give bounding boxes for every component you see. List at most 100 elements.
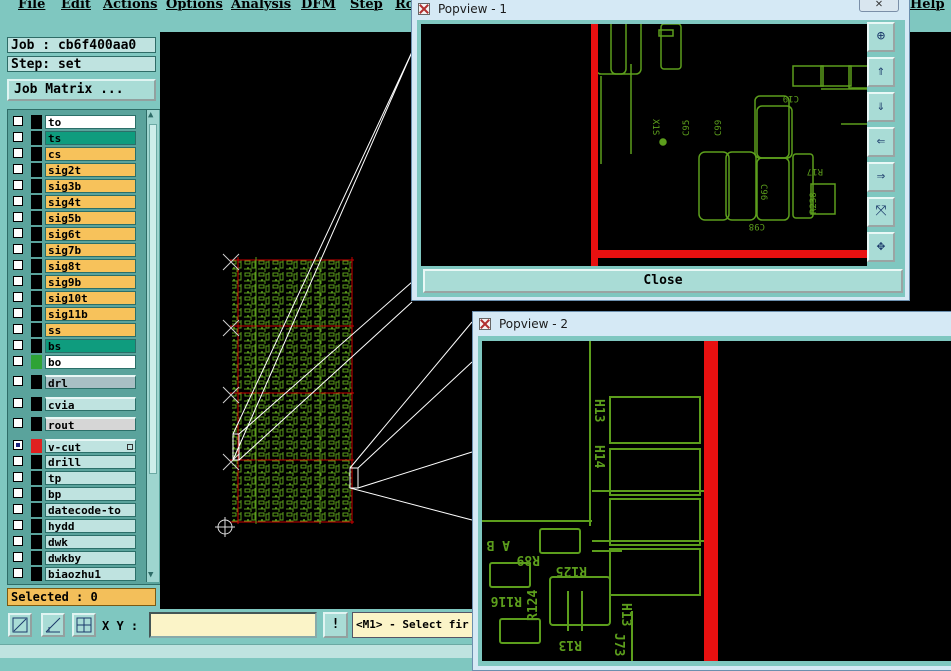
layer-row-sig4t[interactable]: sig4t — [10, 195, 136, 209]
layer-row-cvia[interactable]: cvia — [10, 397, 136, 411]
layer-row-bo[interactable]: bo — [10, 355, 136, 369]
menu-step[interactable]: Step — [350, 0, 383, 12]
menu-options[interactable]: Options — [166, 0, 223, 12]
layer-color-swatch[interactable] — [31, 179, 42, 193]
measure-icon[interactable] — [41, 613, 65, 637]
menu-dfm[interactable]: DFM — [301, 0, 336, 12]
layer-color-swatch[interactable] — [31, 355, 42, 369]
layer-name[interactable]: datecode-to — [45, 503, 136, 517]
pan-down-icon[interactable]: ⇓ — [867, 92, 895, 122]
scrollbar-thumb[interactable] — [149, 124, 157, 474]
layer-checkbox[interactable] — [13, 228, 23, 238]
layer-color-swatch[interactable] — [31, 439, 42, 453]
layer-color-swatch[interactable] — [31, 323, 42, 337]
layer-color-swatch[interactable] — [31, 163, 42, 177]
layer-checkbox[interactable] — [13, 164, 23, 174]
layer-checkbox[interactable] — [13, 244, 23, 254]
layer-name[interactable]: hydd — [45, 519, 136, 533]
layer-color-swatch[interactable] — [31, 147, 42, 161]
layer-row-v-cut[interactable]: v-cut — [10, 439, 136, 453]
menu-analysis[interactable]: Analysis — [231, 0, 291, 12]
layer-row-sig6t[interactable]: sig6t — [10, 227, 136, 241]
layer-checkbox[interactable] — [13, 488, 23, 498]
layer-color-swatch[interactable] — [31, 291, 42, 305]
layer-row-cs[interactable]: cs — [10, 147, 136, 161]
layer-name[interactable]: sig5b — [45, 211, 136, 225]
pan-up-icon[interactable]: ⇑ — [867, 57, 895, 87]
layer-checkbox[interactable] — [13, 276, 23, 286]
menu-edit[interactable]: Edit — [61, 0, 91, 12]
layer-name[interactable]: bp — [45, 487, 136, 501]
layer-name[interactable]: sig7b — [45, 243, 136, 257]
layer-checkbox[interactable] — [13, 376, 23, 386]
layer-color-swatch[interactable] — [31, 243, 42, 257]
layer-name[interactable]: dwkby — [45, 551, 136, 565]
layer-row-sig8t[interactable]: sig8t — [10, 259, 136, 273]
layer-row-sig5b[interactable]: sig5b — [10, 211, 136, 225]
layer-color-swatch[interactable] — [31, 519, 42, 533]
layer-name[interactable]: rout — [45, 417, 136, 431]
menu-help[interactable]: Help — [910, 0, 945, 12]
layer-row-sig3b[interactable]: sig3b — [10, 179, 136, 193]
layer-name[interactable]: bs — [45, 339, 136, 353]
layer-checkbox[interactable] — [13, 472, 23, 482]
layer-name[interactable]: dwk — [45, 535, 136, 549]
popview-1-view[interactable]: X1S C95 C99 C96 C98 C19 R238 R17 — [421, 24, 867, 266]
layer-color-swatch[interactable] — [31, 195, 42, 209]
layer-row-tp[interactable]: tp — [10, 471, 136, 485]
layer-checkbox[interactable] — [13, 308, 23, 318]
zoom-in-icon[interactable]: ⊕ — [867, 22, 895, 52]
layer-row-dwk[interactable]: dwk — [10, 535, 136, 549]
layer-row-drl[interactable]: drl — [10, 375, 136, 389]
layer-row-datecode-to[interactable]: datecode-to — [10, 503, 136, 517]
layer-name[interactable]: drill — [45, 455, 136, 469]
layer-name[interactable]: bo — [45, 355, 136, 369]
layer-row-ts[interactable]: ts — [10, 131, 136, 145]
layer-row-rout[interactable]: rout — [10, 417, 136, 431]
layer-color-swatch[interactable] — [31, 471, 42, 485]
layer-name[interactable]: sig10t — [45, 291, 136, 305]
zoom-out-icon[interactable]: ✥ — [867, 232, 895, 262]
layer-row-sig9b[interactable]: sig9b — [10, 275, 136, 289]
layer-name[interactable]: biaozhu1 — [45, 567, 136, 581]
pan-right-icon[interactable]: ⇒ — [867, 162, 895, 192]
close-button[interactable]: Close — [423, 269, 903, 293]
layer-color-swatch[interactable] — [31, 503, 42, 517]
pan-left-icon[interactable]: ⇐ — [867, 127, 895, 157]
layer-row-hydd[interactable]: hydd — [10, 519, 136, 533]
layer-color-swatch[interactable] — [31, 227, 42, 241]
layer-row-sig11b[interactable]: sig11b — [10, 307, 136, 321]
layer-checkbox[interactable] — [13, 520, 23, 530]
layer-name[interactable]: v-cut — [45, 439, 136, 453]
layer-checkbox[interactable] — [13, 418, 23, 428]
layer-name[interactable]: to — [45, 115, 136, 129]
grid-snap-icon[interactable] — [72, 613, 96, 637]
layer-row-to[interactable]: to — [10, 115, 136, 129]
layer-row-bs[interactable]: bs — [10, 339, 136, 353]
layer-checkbox[interactable] — [13, 356, 23, 366]
job-matrix-button[interactable]: Job Matrix ... — [7, 79, 156, 101]
layer-name[interactable]: ss — [45, 323, 136, 337]
layer-color-swatch[interactable] — [31, 259, 42, 273]
menu-file[interactable]: File — [18, 0, 45, 12]
layer-color-swatch[interactable] — [31, 487, 42, 501]
layer-checkbox[interactable] — [13, 440, 23, 450]
popview-1-titlebar[interactable]: Popview - 1 — [412, 0, 909, 20]
layer-row-ss[interactable]: ss — [10, 323, 136, 337]
xy-coordinate-input[interactable] — [149, 612, 317, 638]
layer-row-sig2t[interactable]: sig2t — [10, 163, 136, 177]
layer-color-swatch[interactable] — [31, 551, 42, 565]
layer-checkbox[interactable] — [13, 324, 23, 334]
layer-checkbox[interactable] — [13, 456, 23, 466]
layer-checkbox[interactable] — [13, 196, 23, 206]
layer-checkbox[interactable] — [13, 568, 23, 578]
popview-2-titlebar[interactable]: Popview - 2 — [473, 315, 951, 335]
layer-name[interactable]: sig6t — [45, 227, 136, 241]
layer-checkbox[interactable] — [13, 340, 23, 350]
layer-checkbox[interactable] — [13, 536, 23, 546]
layer-name[interactable]: sig9b — [45, 275, 136, 289]
layer-color-swatch[interactable] — [31, 375, 42, 389]
layer-name[interactable]: ts — [45, 131, 136, 145]
layer-name[interactable]: cs — [45, 147, 136, 161]
layer-row-bp[interactable]: bp — [10, 487, 136, 501]
